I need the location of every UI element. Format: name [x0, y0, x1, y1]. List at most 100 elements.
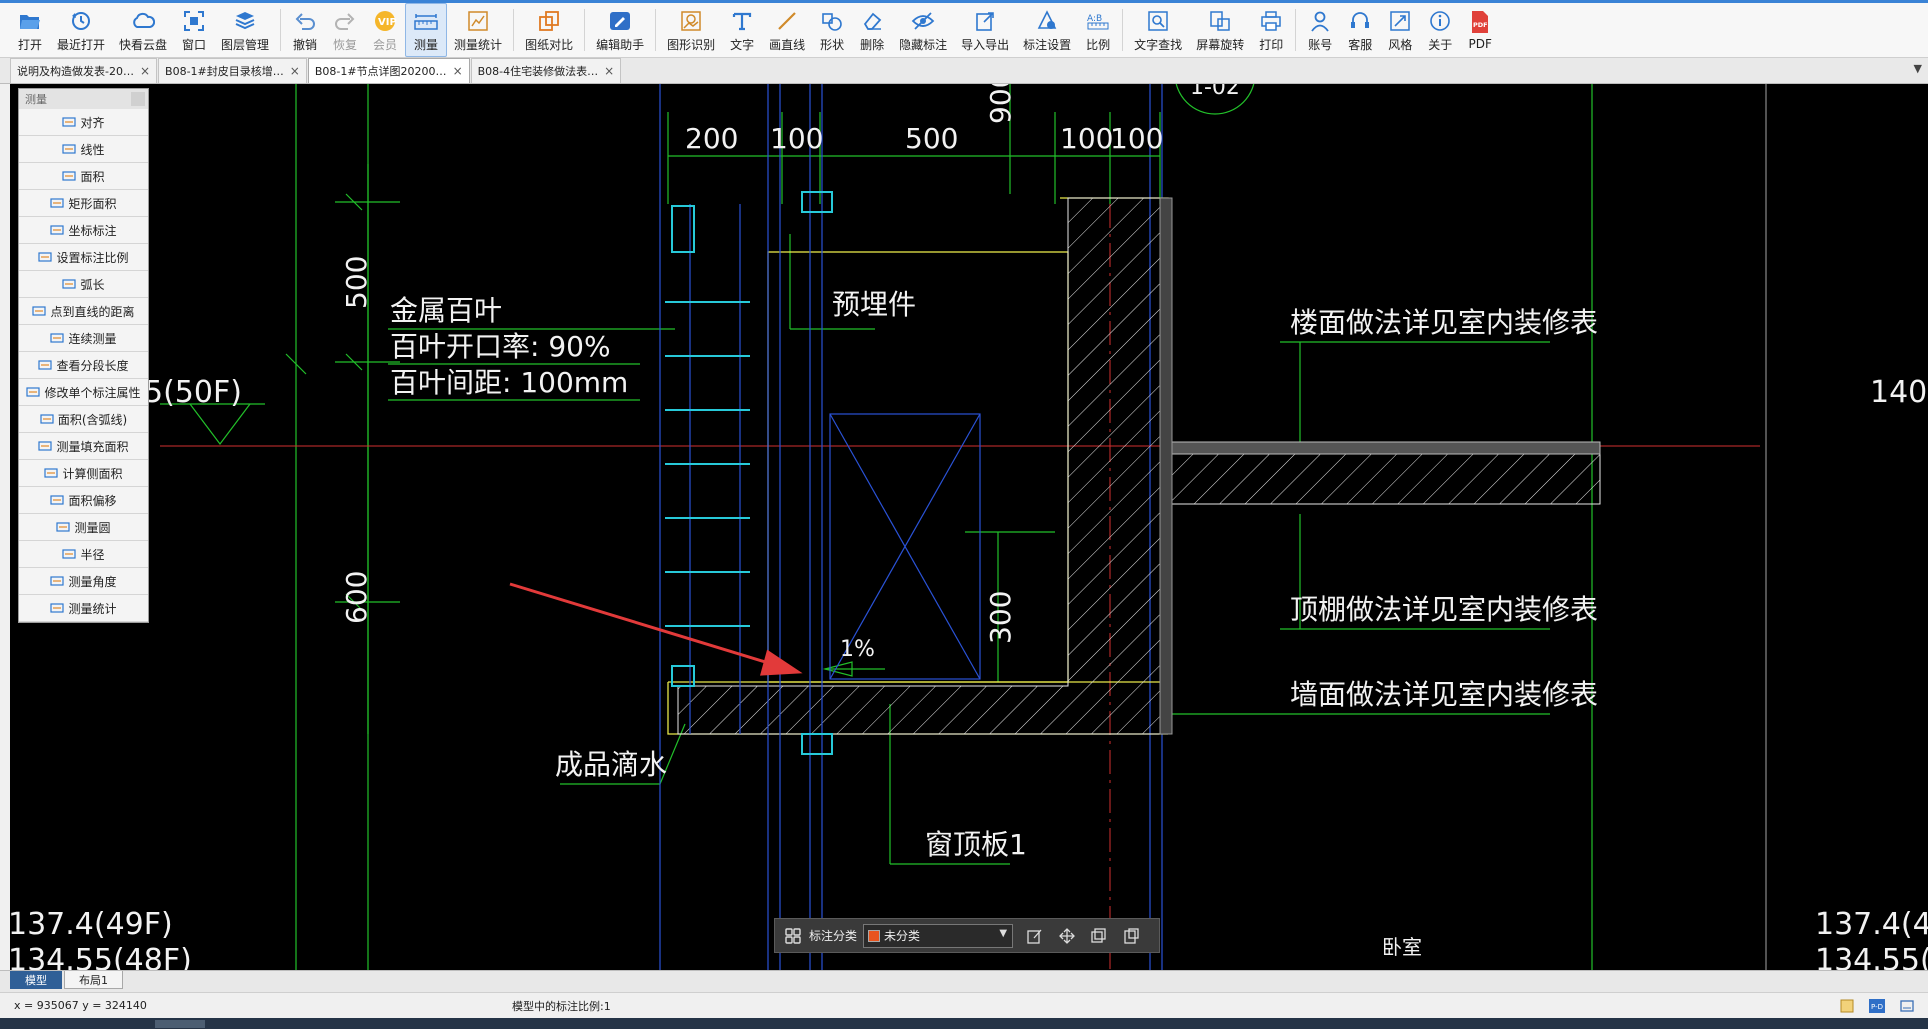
measure-item[interactable]: 测量圆 [19, 514, 148, 541]
annotation-category-value: 未分类 [884, 929, 921, 943]
label-embedded-part: 预埋件 [832, 288, 916, 321]
toolbar-edit-assistant-button[interactable]: 编辑助手 [589, 3, 651, 57]
radius-icon [62, 548, 77, 560]
toolbar-button-label: 图纸对比 [525, 37, 574, 52]
line-icon [774, 8, 800, 34]
dim-100-c: 100 [1110, 122, 1163, 155]
toolbar-about-button[interactable]: 关于 [1420, 3, 1460, 57]
measure-item-label: 测量填充面积 [56, 439, 129, 454]
stats-icon [50, 602, 65, 614]
document-tab[interactable]: 说明及构造做发表-20… × [10, 58, 158, 83]
measure-item[interactable]: 查看分段长度 [19, 352, 148, 379]
toolbar-button-label: 文字查找 [1134, 37, 1183, 52]
toolbar-shape-recog-button[interactable]: 图形识别 [660, 3, 722, 57]
toolbar-measure-stats-button[interactable]: 测量统计 [447, 3, 509, 57]
layout-tab[interactable]: 布局1 [64, 971, 123, 989]
toolbar-import-export-button[interactable]: 导入导出 [954, 3, 1016, 57]
panel-close-icon[interactable] [131, 92, 145, 106]
toolbar-support-button[interactable]: 客服 [1340, 3, 1380, 57]
measure-item[interactable]: 对齐 [19, 109, 148, 136]
dim-100-a: 100 [770, 122, 823, 155]
tab-close-icon[interactable]: × [604, 64, 614, 78]
measure-item[interactable]: 测量填充面积 [19, 433, 148, 460]
label-floor-finish: 楼面做法详见室内装修表 [1290, 306, 1598, 339]
layout-tab[interactable]: 模型 [10, 971, 62, 989]
toolbar-text-search-button[interactable]: 文字查找 [1127, 3, 1189, 57]
measure-item[interactable]: 计算侧面积 [19, 460, 148, 487]
measure-item[interactable]: 半径 [19, 541, 148, 568]
toolbar-account-button[interactable]: 账号 [1300, 3, 1340, 57]
toolbar-button-label: 文字 [730, 37, 755, 52]
document-tab[interactable]: B08-4住宅装修做法表… × [470, 58, 622, 83]
paste-icon[interactable] [1121, 926, 1141, 946]
toolbar-text-button[interactable]: 文字 [722, 3, 762, 57]
taskbar-item[interactable] [155, 1020, 205, 1028]
tab-close-icon[interactable]: × [453, 64, 463, 78]
document-tab[interactable]: B08-1#封皮目录核增… × [158, 58, 307, 83]
angle-icon [50, 575, 65, 587]
toolbar-ratio-button[interactable]: A:B 比例 [1078, 3, 1118, 57]
text-icon [729, 8, 755, 34]
toolbar-button-label: 撤销 [293, 37, 318, 52]
measure-panel-title: 测量 [25, 93, 47, 106]
document-tab[interactable]: B08-1#节点详图20200… × [307, 58, 470, 83]
measure-item[interactable]: 测量统计 [19, 595, 148, 622]
measure-item-label: 计算侧面积 [62, 466, 123, 481]
drawing-canvas[interactable]: 200 100 500 100 100 900 500 600 300 金属百叶… [10, 84, 1928, 970]
toolbar-layers-button[interactable]: 图层管理 [214, 3, 276, 57]
measure-item[interactable]: 面积 [19, 163, 148, 190]
toolbar-recent-button[interactable]: 最近打开 [50, 3, 112, 57]
measure-item[interactable]: 面积(含弧线) [19, 406, 148, 433]
toolbar-window-button[interactable]: 窗口 [174, 3, 214, 57]
toolbar-compare-button[interactable]: 图纸对比 [518, 3, 580, 57]
measure-item[interactable]: 矩形面积 [19, 190, 148, 217]
info-icon [1427, 8, 1453, 34]
measure-item[interactable]: 修改单个标注属性 [19, 379, 148, 406]
fullscreen-icon[interactable] [1898, 997, 1916, 1015]
toolbar-open-button[interactable]: 打开 [10, 3, 50, 57]
tab-list-arrow-icon[interactable]: ▼ [1914, 62, 1922, 75]
side-area-icon [44, 467, 59, 479]
measure-item[interactable]: 线性 [19, 136, 148, 163]
measure-item[interactable]: 测量角度 [19, 568, 148, 595]
window-icon [181, 8, 207, 34]
dim-500-left: 500 [340, 256, 373, 309]
toolbar-undo-button[interactable]: 撤销 [285, 3, 325, 57]
measure-item-label: 半径 [80, 547, 105, 562]
pdf-mode-icon[interactable]: P-D [1868, 997, 1886, 1015]
toolbar-shape-button[interactable]: 形状 [812, 3, 852, 57]
toolbar-separator [280, 9, 282, 51]
edit-annotation-icon[interactable] [1025, 926, 1045, 946]
toolbar-print-button[interactable]: 打印 [1251, 3, 1291, 57]
toolbar-rotate-button[interactable]: 屏幕旋转 [1189, 3, 1251, 57]
move-icon[interactable] [1057, 926, 1077, 946]
toolbar-vip-button[interactable]: VIP 会员 [365, 3, 405, 57]
toolbar-style-button[interactable]: 风格 [1380, 3, 1420, 57]
toolbar-redo-button[interactable]: 恢复 [325, 3, 365, 57]
label-louver-spacing: 百叶间距: 100mm [390, 366, 628, 399]
ratio-icon: A:B [1085, 8, 1111, 34]
label-louver-ratio: 百叶开口率: 90% [390, 330, 611, 363]
grid-apps-icon[interactable] [783, 926, 803, 946]
tab-close-icon[interactable]: × [290, 64, 300, 78]
toolbar-line-button[interactable]: 画直线 [762, 3, 812, 57]
toolbar-cloud-button[interactable]: 快看云盘 [112, 3, 174, 57]
toolbar-button-label: 形状 [820, 37, 845, 52]
toolbar-annot-settings-button[interactable]: 标注设置 [1016, 3, 1078, 57]
copy-icon[interactable] [1089, 926, 1109, 946]
annotation-category-select[interactable]: 未分类 ▼ [863, 923, 1014, 948]
toolbar-button-label: 打印 [1259, 37, 1284, 52]
measure-item[interactable]: 弧长 [19, 271, 148, 298]
toolbar-measure-button[interactable]: 测量 [405, 3, 448, 57]
measure-item[interactable]: 设置标注比例 [19, 244, 148, 271]
measure-item[interactable]: 点到直线的距离 [19, 298, 148, 325]
tab-close-icon[interactable]: × [140, 64, 150, 78]
toolbar-hide-annot-button[interactable]: 隐藏标注 [892, 3, 954, 57]
measure-item[interactable]: 面积偏移 [19, 487, 148, 514]
toolbar-button-label: 关于 [1428, 37, 1453, 52]
toolbar-delete-button[interactable]: 删除 [852, 3, 892, 57]
measure-item[interactable]: 连续测量 [19, 325, 148, 352]
measure-item[interactable]: 坐标标注 [19, 217, 148, 244]
snap-icon[interactable] [1838, 997, 1856, 1015]
toolbar-pdf-button[interactable]: PDF PDF [1460, 3, 1500, 57]
